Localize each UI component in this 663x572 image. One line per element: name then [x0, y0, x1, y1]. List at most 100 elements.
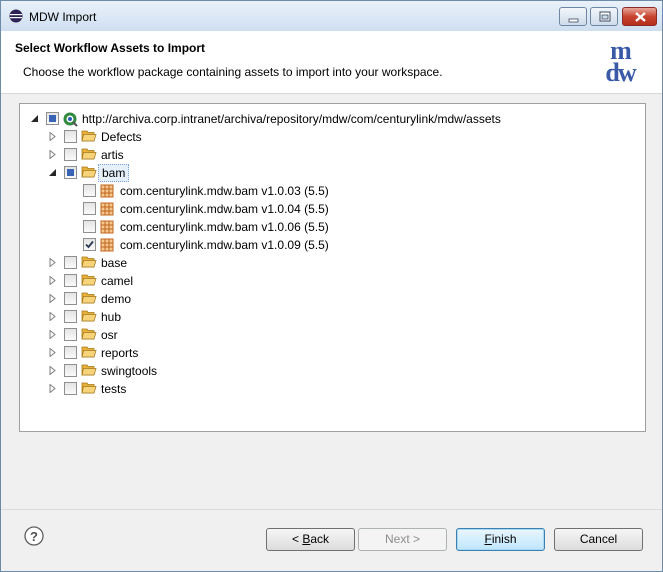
tree-root-row[interactable]: http://archiva.corp.intranet/archiva/rep…	[20, 110, 640, 128]
tree-item-label: demo	[101, 292, 132, 306]
title-bar[interactable]: MDW Import	[1, 1, 662, 31]
collapsed-arrow-icon[interactable]	[48, 258, 57, 267]
tree-leaf-package[interactable]: com.centurylink.mdw.bam v1.0.04 (5.5)	[20, 200, 640, 218]
folder-icon	[81, 310, 97, 322]
checkbox[interactable]	[64, 292, 77, 305]
expanded-arrow-icon[interactable]	[30, 114, 39, 123]
folder-icon	[81, 346, 97, 358]
collapsed-arrow-icon[interactable]	[48, 132, 57, 141]
checkbox[interactable]	[83, 202, 96, 215]
close-icon	[635, 12, 646, 22]
svg-text:dw: dw	[605, 58, 636, 87]
tree-item-demo[interactable]: demo	[20, 290, 640, 308]
tree-item-camel[interactable]: camel	[20, 272, 640, 290]
checkbox[interactable]	[64, 274, 77, 287]
tree-item-label: reports	[101, 346, 139, 360]
repository-icon	[63, 112, 78, 127]
collapsed-arrow-icon[interactable]	[48, 330, 57, 339]
tree-leaf-package[interactable]: com.centurylink.mdw.bam v1.0.06 (5.5)	[20, 218, 640, 236]
collapsed-arrow-icon[interactable]	[48, 150, 57, 159]
checkmark-icon	[85, 240, 94, 249]
checkbox[interactable]	[64, 328, 77, 341]
checkbox[interactable]	[64, 256, 77, 269]
folder-icon	[81, 256, 97, 268]
footer-divider	[1, 509, 662, 510]
finish-button[interactable]: Finish	[456, 528, 545, 551]
tree-item-base[interactable]: base	[20, 254, 640, 272]
tree-item-label: hub	[101, 310, 122, 324]
expanded-arrow-icon[interactable]	[48, 168, 57, 177]
checkbox[interactable]	[64, 148, 77, 161]
tree-leaf-label: com.centurylink.mdw.bam v1.0.06 (5.5)	[120, 220, 329, 234]
tree-item-reports[interactable]: reports	[20, 344, 640, 362]
checkbox[interactable]	[64, 166, 77, 179]
checkbox[interactable]	[83, 184, 96, 197]
collapsed-arrow-icon[interactable]	[48, 348, 57, 357]
collapsed-arrow-icon[interactable]	[48, 294, 57, 303]
checkbox[interactable]	[64, 364, 77, 377]
tree-item-label: artis	[101, 148, 124, 162]
page-title: Select Workflow Assets to Import	[15, 41, 206, 55]
package-icon	[100, 238, 114, 252]
checkbox[interactable]	[64, 130, 77, 143]
back-prefix: <	[291, 532, 303, 546]
back-rest: ack	[310, 532, 330, 546]
package-icon	[100, 184, 114, 198]
checkbox[interactable]	[64, 310, 77, 323]
minimize-button[interactable]	[559, 7, 587, 26]
tree-item-tests[interactable]: tests	[20, 380, 640, 398]
maximize-button[interactable]	[590, 7, 618, 26]
tree-leaf-label: com.centurylink.mdw.bam v1.0.04 (5.5)	[120, 202, 329, 216]
tree-leaf-label: com.centurylink.mdw.bam v1.0.09 (5.5)	[120, 238, 329, 252]
back-button[interactable]: < Back	[266, 528, 355, 551]
collapsed-arrow-icon[interactable]	[48, 384, 57, 393]
folder-icon	[81, 328, 97, 340]
checkbox-checked[interactable]	[83, 238, 96, 251]
svg-text:?: ?	[30, 529, 38, 544]
folder-icon	[81, 382, 97, 394]
checkbox[interactable]	[83, 220, 96, 233]
tree-item-swingtools[interactable]: swingtools	[20, 362, 640, 380]
tree-item-defects[interactable]: Defects	[20, 128, 640, 146]
folder-icon	[81, 274, 97, 286]
restore-icon	[599, 11, 611, 22]
eclipse-icon	[9, 9, 23, 23]
dialog-window: MDW Import Select Workflow Assets to Imp…	[0, 0, 663, 572]
mdw-logo: m dw	[592, 37, 648, 87]
help-icon[interactable]: ?	[24, 526, 44, 546]
folder-open-icon	[81, 166, 97, 178]
collapsed-arrow-icon[interactable]	[48, 276, 57, 285]
tree-leaf-label: com.centurylink.mdw.bam v1.0.03 (5.5)	[120, 184, 329, 198]
package-icon	[100, 220, 114, 234]
tree-item-osr[interactable]: osr	[20, 326, 640, 344]
tree-item-label: Defects	[101, 130, 142, 144]
page-description: Choose the workflow package containing a…	[23, 65, 443, 79]
folder-icon	[81, 130, 97, 142]
tree-item-label: tests	[101, 382, 127, 396]
checkbox[interactable]	[64, 346, 77, 359]
window-title: MDW Import	[29, 10, 97, 24]
tree-item-label: base	[101, 256, 128, 270]
collapsed-arrow-icon[interactable]	[48, 366, 57, 375]
tree-item-label: osr	[101, 328, 118, 342]
close-button[interactable]	[622, 7, 657, 26]
tree-item-label: bam	[98, 164, 130, 182]
finish-mnemonic: F	[484, 532, 492, 546]
folder-icon	[81, 148, 97, 160]
checkbox[interactable]	[64, 382, 77, 395]
tree-item-hub[interactable]: hub	[20, 308, 640, 326]
tree-item-bam[interactable]: bam	[20, 164, 640, 182]
tree-leaf-package[interactable]: com.centurylink.mdw.bam v1.0.03 (5.5)	[20, 182, 640, 200]
tree-leaf-package[interactable]: com.centurylink.mdw.bam v1.0.09 (5.5)	[20, 236, 640, 254]
tree-item-label: swingtools	[101, 364, 158, 378]
collapsed-arrow-icon[interactable]	[48, 312, 57, 321]
folder-icon	[81, 364, 97, 376]
next-button[interactable]: Next >	[358, 528, 447, 551]
wizard-header: Select Workflow Assets to Import Choose …	[1, 31, 662, 94]
cancel-button[interactable]: Cancel	[554, 528, 643, 551]
tree-item-label: camel	[101, 274, 134, 288]
asset-tree[interactable]: http://archiva.corp.intranet/archiva/rep…	[19, 103, 646, 432]
root-label: http://archiva.corp.intranet/archiva/rep…	[82, 112, 501, 126]
root-checkbox[interactable]	[46, 112, 59, 125]
tree-item-artis[interactable]: artis	[20, 146, 640, 164]
